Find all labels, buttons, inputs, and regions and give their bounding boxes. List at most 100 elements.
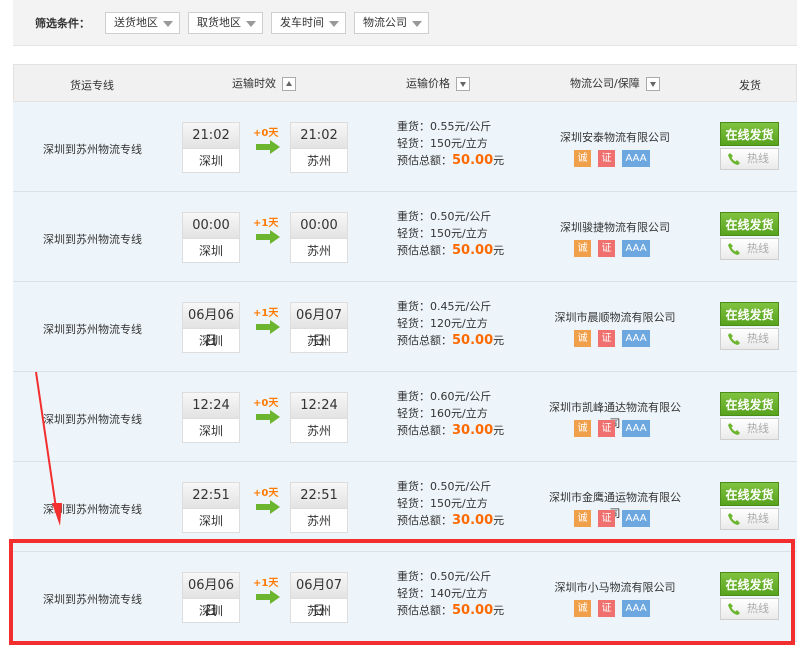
light-price: 轻货：150元/立方 bbox=[397, 137, 488, 150]
light-price: 轻货：140元/立方 bbox=[397, 587, 488, 600]
depart-city: 深圳 bbox=[198, 244, 223, 258]
chevron-down-icon bbox=[163, 21, 173, 27]
badge-zheng: 证 bbox=[598, 150, 615, 167]
arrive-time: 12:24 bbox=[291, 393, 347, 419]
badge-aaa: AAA bbox=[622, 150, 650, 167]
depart-box: 12:24 深圳 bbox=[182, 392, 240, 443]
price-block: 重货：0.50元/公斤 轻货：150元/立方 预估总额：30.00元 bbox=[397, 478, 504, 529]
guarantee-badges: 诚证 AAA bbox=[574, 240, 657, 257]
arrow-right-icon bbox=[256, 230, 280, 244]
filter-bar: 筛选条件： 送货地区 取货地区 发车时间 物流公司 bbox=[13, 0, 797, 46]
hotline-label: 热线 bbox=[747, 152, 769, 165]
badge-aaa: AAA bbox=[622, 600, 650, 617]
light-price: 轻货：120元/立方 bbox=[397, 317, 488, 330]
company-name[interactable]: 深圳市小马物流有限公司 bbox=[545, 579, 685, 595]
sort-down-icon[interactable] bbox=[645, 77, 660, 91]
header-price: 运输价格 bbox=[406, 75, 470, 91]
table-row: 深圳到苏州物流专线 06月06日 深圳 +1天 06月07日 苏州 重货：0.5… bbox=[13, 552, 797, 642]
chevron-down-icon bbox=[329, 21, 339, 27]
badge-cheng: 诚 bbox=[574, 420, 591, 437]
company-name[interactable]: 深圳安泰物流有限公司 bbox=[545, 129, 685, 145]
hotline-button[interactable]: 热线 bbox=[720, 418, 779, 440]
badge-cheng: 诚 bbox=[574, 150, 591, 167]
total-price: 预估总额：30.00元 bbox=[397, 423, 505, 438]
table-header: 货运专线 运输时效 运输价格 物流公司/保障 发货 bbox=[13, 64, 797, 102]
sort-up-icon[interactable] bbox=[282, 77, 296, 91]
heavy-price: 重货：0.60元/公斤 bbox=[397, 390, 492, 403]
route-name: 深圳到苏州物流专线 bbox=[43, 413, 142, 426]
price-block: 重货：0.45元/公斤 轻货：120元/立方 预估总额：50.00元 bbox=[397, 298, 504, 349]
heavy-price: 重货：0.50元/公斤 bbox=[397, 480, 492, 493]
phone-icon bbox=[728, 513, 740, 525]
heavy-price: 重货：0.55元/公斤 bbox=[397, 120, 492, 133]
hotline-button[interactable]: 热线 bbox=[720, 598, 779, 620]
depart-time: 22:51 bbox=[183, 483, 239, 509]
arrive-city: 苏州 bbox=[306, 154, 331, 168]
header-time-label: 运输时效 bbox=[232, 77, 276, 90]
depart-box: 00:00 深圳 bbox=[182, 212, 240, 263]
arrive-time: 22:51 bbox=[291, 483, 347, 509]
ship-online-button[interactable]: 在线发货 bbox=[720, 302, 779, 326]
arrive-box: 06月07日 苏州 bbox=[290, 302, 348, 353]
company-name[interactable]: 深圳骏捷物流有限公司 bbox=[545, 219, 685, 235]
delivery-area-select-label: 送货地区 bbox=[114, 16, 158, 29]
badge-cheng: 诚 bbox=[574, 510, 591, 527]
company-name[interactable]: 深圳市晨顺物流有限公司 bbox=[545, 309, 685, 325]
transit-days: +1天 bbox=[253, 578, 279, 589]
depart-time: 21:02 bbox=[183, 123, 239, 149]
header-company: 物流公司/保障 bbox=[570, 75, 660, 91]
light-price: 轻货：150元/立方 bbox=[397, 227, 488, 240]
depart-time-select[interactable]: 发车时间 bbox=[271, 12, 346, 34]
badge-zheng: 证 bbox=[598, 510, 615, 527]
hotline-button[interactable]: 热线 bbox=[720, 508, 779, 530]
chevron-down-icon bbox=[246, 21, 256, 27]
light-price: 轻货：150元/立方 bbox=[397, 497, 488, 510]
total-price: 预估总额：50.00元 bbox=[397, 333, 505, 348]
logistics-company-select[interactable]: 物流公司 bbox=[354, 12, 429, 34]
ship-online-button[interactable]: 在线发货 bbox=[720, 572, 779, 596]
hotline-button[interactable]: 热线 bbox=[720, 238, 779, 260]
delivery-area-select[interactable]: 送货地区 bbox=[105, 12, 180, 34]
ship-online-button[interactable]: 在线发货 bbox=[720, 212, 779, 236]
total-price: 预估总额：30.00元 bbox=[397, 513, 505, 528]
phone-icon bbox=[728, 603, 740, 615]
hotline-button[interactable]: 热线 bbox=[720, 328, 779, 350]
transit-days: +0天 bbox=[253, 128, 279, 139]
depart-city: 深圳 bbox=[198, 154, 223, 168]
hotline-label: 热线 bbox=[747, 332, 769, 345]
badge-aaa: AAA bbox=[622, 330, 650, 347]
ship-online-button[interactable]: 在线发货 bbox=[720, 122, 779, 146]
hotline-label: 热线 bbox=[747, 602, 769, 615]
transit-days: +1天 bbox=[253, 218, 279, 229]
phone-icon bbox=[728, 333, 740, 345]
depart-box: 06月06日 深圳 bbox=[182, 302, 240, 353]
arrive-time: 06月07日 bbox=[291, 303, 347, 349]
table-row: 深圳到苏州物流专线 06月06日 深圳 +1天 06月07日 苏州 重货：0.4… bbox=[13, 282, 797, 372]
table-row: 深圳到苏州物流专线 00:00 深圳 +1天 00:00 苏州 重货：0.50元… bbox=[13, 192, 797, 282]
depart-city: 深圳 bbox=[198, 334, 223, 348]
ship-online-button[interactable]: 在线发货 bbox=[720, 482, 779, 506]
depart-time: 06月06日 bbox=[183, 303, 239, 349]
hotline-label: 热线 bbox=[747, 242, 769, 255]
price-block: 重货：0.60元/公斤 轻货：160元/立方 预估总额：30.00元 bbox=[397, 388, 504, 439]
depart-box: 21:02 深圳 bbox=[182, 122, 240, 173]
hotline-button[interactable]: 热线 bbox=[720, 148, 779, 170]
arrive-city: 苏州 bbox=[306, 604, 331, 618]
ship-online-button[interactable]: 在线发货 bbox=[720, 392, 779, 416]
arrive-city: 苏州 bbox=[306, 424, 331, 438]
depart-time: 12:24 bbox=[183, 393, 239, 419]
arrive-box: 22:51 苏州 bbox=[290, 482, 348, 533]
arrive-city: 苏州 bbox=[306, 334, 331, 348]
route-name: 深圳到苏州物流专线 bbox=[43, 143, 142, 156]
sort-down-icon[interactable] bbox=[456, 77, 470, 91]
depart-city: 深圳 bbox=[198, 604, 223, 618]
guarantee-badges: 诚证 AAA bbox=[574, 510, 657, 527]
transit-days: +1天 bbox=[253, 308, 279, 319]
pickup-area-select[interactable]: 取货地区 bbox=[188, 12, 263, 34]
hotline-label: 热线 bbox=[747, 422, 769, 435]
arrive-time: 00:00 bbox=[291, 213, 347, 239]
header-price-label: 运输价格 bbox=[406, 77, 450, 90]
heavy-price: 重货：0.45元/公斤 bbox=[397, 300, 492, 313]
guarantee-badges: 诚证 AAA bbox=[574, 420, 657, 437]
arrive-box: 06月07日 苏州 bbox=[290, 572, 348, 623]
